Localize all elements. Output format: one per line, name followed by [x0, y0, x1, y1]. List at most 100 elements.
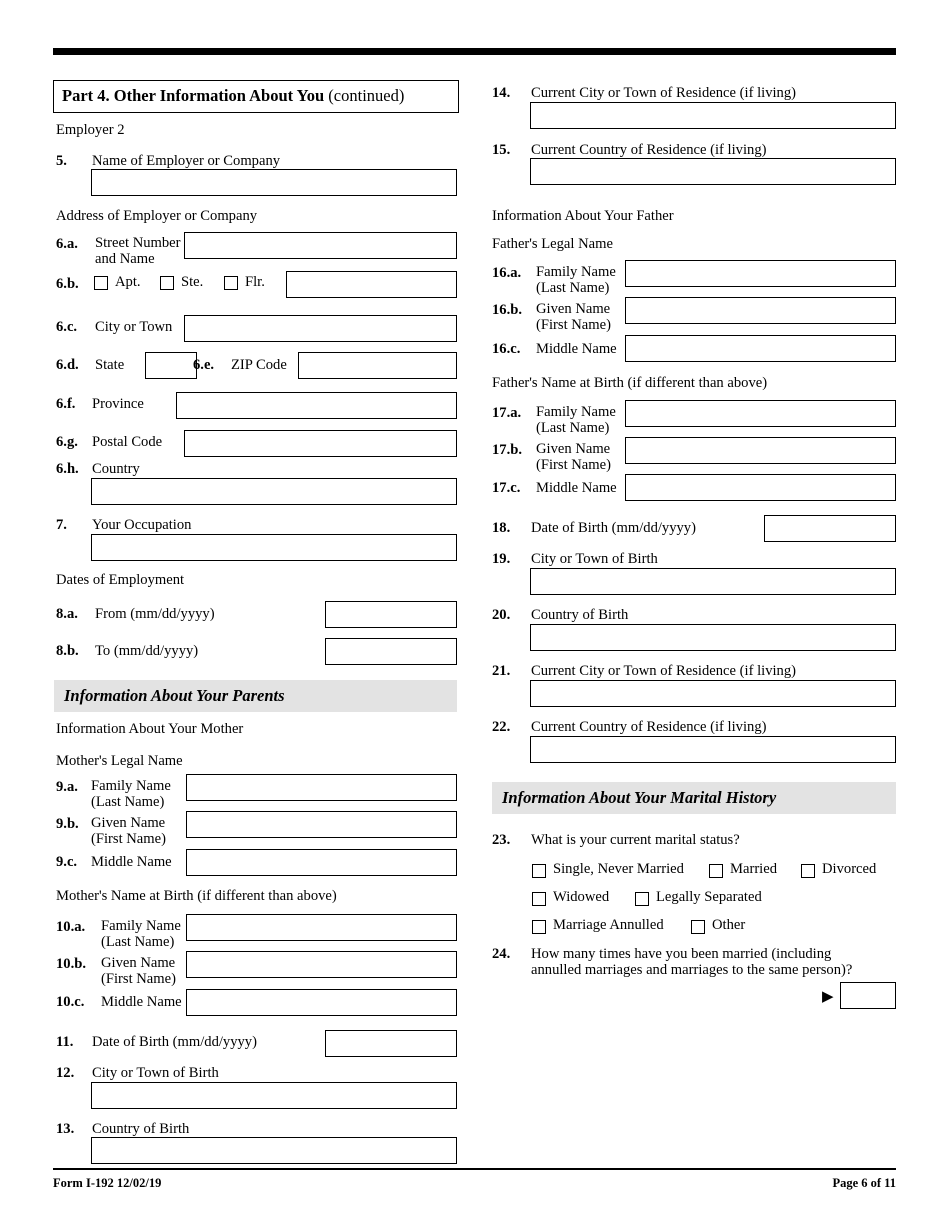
marital-divorced-checkbox[interactable]: [801, 864, 815, 878]
mother-date-of-birth-input[interactable]: [325, 1030, 457, 1057]
father-birth-family-name-input[interactable]: [625, 400, 896, 427]
item-8a-number: 8.a.: [56, 606, 78, 622]
apt-checkbox[interactable]: [94, 276, 108, 290]
marital-married-checkbox[interactable]: [709, 864, 723, 878]
mother-current-city-input[interactable]: [530, 102, 896, 129]
times-married-input[interactable]: [840, 982, 896, 1009]
item-16a-label-line2: (Last Name): [536, 280, 610, 296]
item-24-label-line1: How many times have you been married (in…: [531, 946, 832, 962]
item-6c-label: City or Town: [95, 319, 173, 335]
item-17b-label-line2: (First Name): [536, 457, 611, 473]
mother-birth-middle-name-input[interactable]: [186, 989, 457, 1016]
marital-other-checkbox[interactable]: [691, 920, 705, 934]
occupation-input[interactable]: [91, 534, 457, 561]
father-legal-name-label: Father's Legal Name: [492, 236, 613, 252]
marital-widowed-label: Widowed: [553, 889, 610, 905]
marital-married-label: Married: [730, 861, 778, 877]
item-16b-label-line2: (First Name): [536, 317, 611, 333]
country-input[interactable]: [91, 478, 457, 505]
mother-middle-name-input[interactable]: [186, 849, 457, 876]
item-19-number: 19.: [492, 551, 511, 567]
father-current-city-input[interactable]: [530, 680, 896, 707]
item-14-number: 14.: [492, 85, 511, 101]
province-input[interactable]: [176, 392, 457, 419]
part-4-header: Part 4. Other Information About You (con…: [53, 80, 459, 113]
marital-single-label: Single, Never Married: [553, 861, 684, 877]
item-22-label: Current Country of Residence (if living): [531, 719, 767, 735]
page-footer: Form I-192 12/02/19 Page 6 of 11: [53, 1176, 896, 1191]
father-birth-given-name-input[interactable]: [625, 437, 896, 464]
flr-checkbox[interactable]: [224, 276, 238, 290]
marital-annulled-checkbox[interactable]: [532, 920, 546, 934]
item-10a-label-line2: (Last Name): [101, 934, 175, 950]
father-country-of-birth-input[interactable]: [530, 624, 896, 651]
postal-code-input[interactable]: [184, 430, 457, 457]
item-22-number: 22.: [492, 719, 511, 735]
item-8b-number: 8.b.: [56, 643, 79, 659]
city-or-town-input[interactable]: [184, 315, 457, 342]
mother-city-of-birth-input[interactable]: [91, 1082, 457, 1109]
father-date-of-birth-input[interactable]: [764, 515, 896, 542]
father-given-name-input[interactable]: [625, 297, 896, 324]
mother-section-label: Information About Your Mother: [56, 721, 244, 737]
item-6d-number: 6.d.: [56, 357, 79, 373]
mother-country-of-birth-input[interactable]: [91, 1137, 457, 1164]
employment-from-date-input[interactable]: [325, 601, 457, 628]
zip-code-input[interactable]: [298, 352, 457, 379]
state-input[interactable]: [145, 352, 197, 379]
item-6a-number: 6.a.: [56, 236, 78, 252]
item-17c-label: Middle Name: [536, 480, 617, 496]
item-15-number: 15.: [492, 142, 511, 158]
mother-birth-name-label: Mother's Name at Birth (if different tha…: [56, 888, 337, 904]
item-9b-label-line1: Given Name: [91, 815, 166, 831]
item-7-label: Your Occupation: [92, 517, 192, 533]
marital-single-checkbox[interactable]: [532, 864, 546, 878]
apt-ste-flr-number-input[interactable]: [286, 271, 457, 298]
father-current-country-input[interactable]: [530, 736, 896, 763]
mother-birth-family-name-input[interactable]: [186, 914, 457, 941]
mother-legal-name-label: Mother's Legal Name: [56, 753, 183, 769]
item-6f-label: Province: [92, 396, 144, 412]
item-6e-label: ZIP Code: [231, 357, 287, 373]
item-20-number: 20.: [492, 607, 511, 623]
item-17a-label-line1: Family Name: [536, 404, 616, 420]
mother-family-name-input[interactable]: [186, 774, 457, 801]
father-city-of-birth-input[interactable]: [530, 568, 896, 595]
father-middle-name-input[interactable]: [625, 335, 896, 362]
item-10b-label-line1: Given Name: [101, 955, 176, 971]
marital-annulled-label: Marriage Annulled: [553, 917, 664, 933]
item-7-number: 7.: [56, 517, 67, 533]
father-birth-middle-name-input[interactable]: [625, 474, 896, 501]
mother-current-country-input[interactable]: [530, 158, 896, 185]
employment-to-date-input[interactable]: [325, 638, 457, 665]
item-23-number: 23.: [492, 832, 511, 848]
street-number-name-input[interactable]: [184, 232, 457, 259]
employer-name-input[interactable]: [91, 169, 457, 196]
item-17c-number: 17.c.: [492, 480, 521, 496]
item-6f-number: 6.f.: [56, 396, 76, 412]
marital-legally-separated-checkbox[interactable]: [635, 892, 649, 906]
item-6h-number: 6.h.: [56, 461, 79, 477]
employer-2-label: Employer 2: [56, 122, 125, 138]
form-page: Part 4. Other Information About You (con…: [0, 0, 950, 1230]
item-16c-label: Middle Name: [536, 341, 617, 357]
item-6g-number: 6.g.: [56, 434, 78, 450]
father-family-name-input[interactable]: [625, 260, 896, 287]
item-17b-label-line1: Given Name: [536, 441, 611, 457]
item-16b-number: 16.b.: [492, 302, 523, 318]
item-13-label: Country of Birth: [92, 1121, 190, 1137]
item-5-label: Name of Employer or Company: [92, 153, 281, 169]
item-14-label: Current City or Town of Residence (if li…: [531, 85, 796, 101]
ste-checkbox[interactable]: [160, 276, 174, 290]
dates-of-employment-label: Dates of Employment: [56, 572, 185, 588]
item-6a-label-line1: Street Number: [95, 235, 181, 251]
parents-section-header: Information About Your Parents: [54, 680, 457, 712]
mother-birth-given-name-input[interactable]: [186, 951, 457, 978]
marital-legally-separated-label: Legally Separated: [656, 889, 762, 905]
part-4-title: Part 4. Other Information About You: [62, 86, 325, 105]
marital-widowed-checkbox[interactable]: [532, 892, 546, 906]
item-10b-number: 10.b.: [56, 956, 87, 972]
item-12-number: 12.: [56, 1065, 75, 1081]
item-10c-number: 10.c.: [56, 994, 85, 1010]
mother-given-name-input[interactable]: [186, 811, 457, 838]
